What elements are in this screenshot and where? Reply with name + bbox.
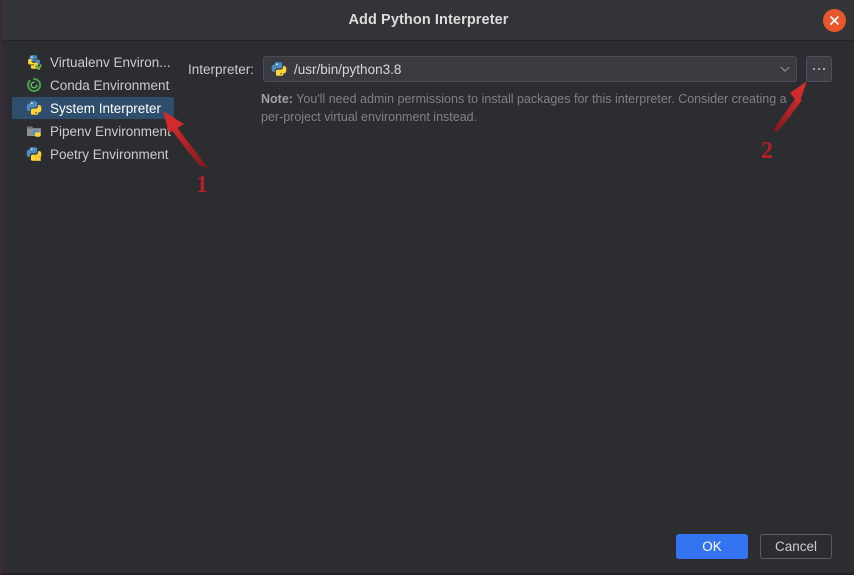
note-prefix: Note:: [261, 92, 293, 106]
ellipsis-dot: [822, 67, 826, 71]
sidebar-item-label: Poetry Environment: [50, 146, 169, 162]
cancel-button[interactable]: Cancel: [759, 534, 832, 559]
dialog-footer: OK Cancel: [675, 534, 832, 559]
ok-button[interactable]: OK: [675, 534, 748, 559]
browse-interpreter-button[interactable]: [806, 56, 832, 82]
note-text: You'll need admin permissions to install…: [261, 92, 787, 125]
sidebar-item-label: Pipenv Environment: [50, 123, 171, 139]
conda-ring-icon: [26, 77, 42, 93]
python-logo-icon: [271, 61, 287, 77]
dialog-titlebar: Add Python Interpreter: [3, 0, 854, 41]
sidebar-item-label: Virtualenv Environ...: [50, 54, 171, 70]
interpreter-note: Note: You'll need admin permissions to i…: [261, 90, 788, 126]
environment-type-list: Virtualenv Environ... Conda Environment: [3, 41, 183, 573]
sidebar-item-poetry-environment[interactable]: Poetry Environment: [12, 143, 174, 165]
dialog-body: Virtualenv Environ... Conda Environment: [3, 41, 854, 573]
interpreter-value: /usr/bin/python3.8: [294, 61, 402, 77]
dialog-title: Add Python Interpreter: [348, 12, 509, 28]
interpreter-label: Interpreter:: [188, 61, 255, 77]
close-icon[interactable]: [823, 9, 846, 32]
ellipsis-dot: [817, 67, 821, 71]
interpreter-field-row: Interpreter: /usr/bin/python3.8: [188, 56, 832, 82]
add-python-interpreter-dialog: Add Python Interpreter Virtualenv Enviro…: [0, 0, 854, 575]
pipenv-folder-icon: [26, 123, 42, 139]
sidebar-item-label: System Interpreter: [50, 100, 162, 116]
sidebar-item-system-interpreter[interactable]: System Interpreter: [12, 97, 174, 119]
sidebar-item-label: Conda Environment: [50, 77, 170, 93]
poetry-python-icon: [26, 146, 42, 162]
python-virtualenv-icon: [26, 54, 42, 70]
interpreter-settings-panel: Interpreter: /usr/bin/python3.8 Note: Yo…: [183, 41, 854, 573]
sidebar-item-pipenv-environment[interactable]: Pipenv Environment: [12, 120, 174, 142]
chevron-down-icon[interactable]: [778, 62, 792, 76]
ellipsis-dot: [812, 67, 816, 71]
sidebar-item-conda-environment[interactable]: Conda Environment: [12, 74, 174, 96]
interpreter-select[interactable]: /usr/bin/python3.8: [263, 56, 797, 82]
sidebar-item-virtualenv-environment[interactable]: Virtualenv Environ...: [12, 51, 174, 73]
python-logo-icon: [26, 100, 42, 116]
